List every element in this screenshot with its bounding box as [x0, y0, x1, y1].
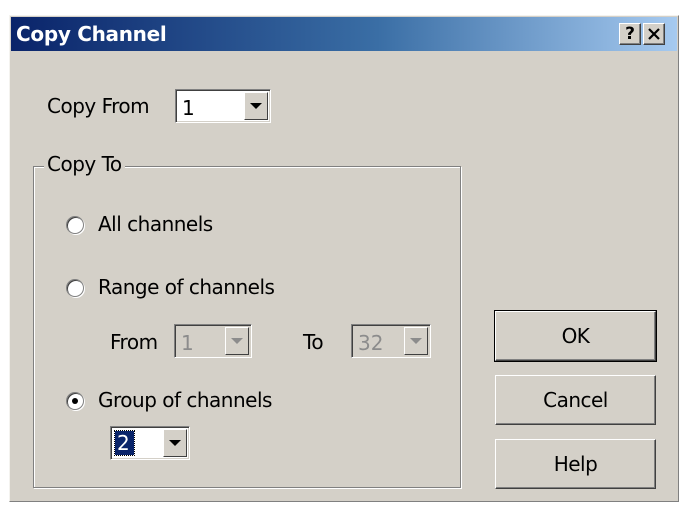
copy-from-label: Copy From	[47, 94, 150, 118]
copy-from-value: 1	[182, 96, 195, 120]
cancel-button[interactable]: Cancel	[495, 375, 656, 425]
group-select[interactable]: 2	[110, 426, 190, 460]
radio-selected-dot	[72, 398, 78, 404]
range-from-select[interactable]: 1	[174, 324, 252, 358]
chevron-down-icon	[410, 338, 422, 344]
group-of-channels-label[interactable]: Group of channels	[98, 388, 272, 412]
all-channels-radio[interactable]	[66, 216, 84, 234]
chevron-down-icon	[169, 440, 181, 446]
window-title: Copy Channel	[16, 22, 167, 46]
close-icon[interactable]	[643, 23, 665, 45]
range-of-channels-radio[interactable]	[66, 279, 84, 297]
copy-channel-dialog: Copy Channel ? Copy From 1 Copy To All c…	[9, 15, 679, 502]
ok-button[interactable]: OK	[494, 310, 657, 362]
copy-to-group-label: Copy To	[44, 152, 125, 176]
copy-from-dropdown-button[interactable]	[244, 92, 268, 120]
group-of-channels-radio[interactable]	[66, 392, 84, 410]
range-from-dropdown-button[interactable]	[225, 327, 249, 355]
range-to-label: To	[303, 330, 324, 354]
close-x-glyph	[648, 28, 660, 40]
title-bar[interactable]: Copy Channel ?	[11, 17, 677, 51]
chevron-down-icon	[250, 103, 262, 109]
range-to-select[interactable]: 32	[351, 324, 431, 358]
group-value: 2	[114, 430, 135, 456]
help-icon[interactable]: ?	[619, 23, 641, 45]
copy-from-select[interactable]: 1	[175, 89, 271, 123]
all-channels-label[interactable]: All channels	[98, 212, 213, 236]
chevron-down-icon	[231, 338, 243, 344]
range-of-channels-label[interactable]: Range of channels	[98, 275, 275, 299]
range-from-value: 1	[181, 331, 194, 355]
help-button[interactable]: Help	[495, 439, 656, 489]
range-from-label: From	[110, 330, 158, 354]
group-dropdown-button[interactable]	[163, 429, 187, 457]
range-to-dropdown-button[interactable]	[404, 327, 428, 355]
range-to-value: 32	[358, 331, 384, 355]
